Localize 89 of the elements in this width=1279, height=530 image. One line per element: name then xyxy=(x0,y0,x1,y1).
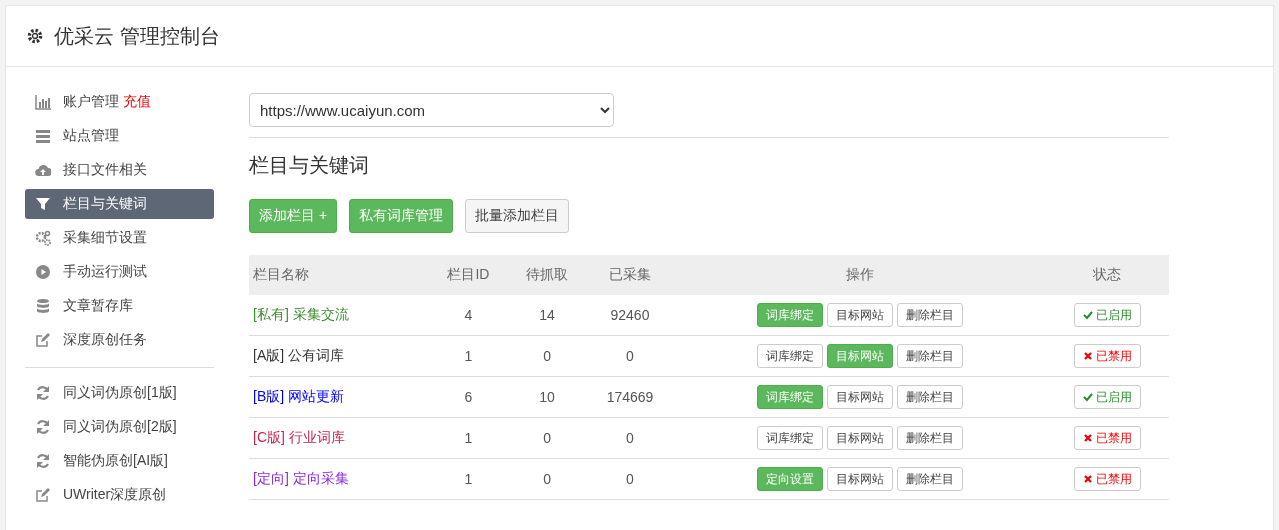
column-header: 操作 xyxy=(673,255,1046,295)
column-name: [私有] 采集交流 xyxy=(253,306,349,322)
sidebar-item[interactable]: 智能伪原创[AI版] xyxy=(25,446,214,476)
sidebar-item[interactable]: 同义词伪原创[1版] xyxy=(25,378,214,408)
action-button[interactable]: 目标网站 xyxy=(826,303,893,327)
bar-chart-icon xyxy=(35,94,51,110)
sidebar-item[interactable]: 站点管理 xyxy=(25,121,214,151)
gears-icon xyxy=(35,230,51,246)
cross-icon xyxy=(1082,474,1093,484)
table-cell: 4 xyxy=(464,307,473,323)
table-cell: 14 xyxy=(539,307,555,323)
site-select[interactable]: https://www.ucaiyun.com xyxy=(249,93,614,127)
sidebar-item[interactable]: 同义词伪原创[2版] xyxy=(25,412,214,442)
section-title: 栏目与关键词 xyxy=(249,153,370,178)
table-cell: 0 xyxy=(626,348,634,364)
table-cell: 92460 xyxy=(610,307,650,323)
sidebar-label: 文章暂存库 xyxy=(63,297,133,315)
sidebar-label: 站点管理 xyxy=(63,127,119,145)
column-header: 栏目ID xyxy=(429,255,508,295)
column-header: 状态 xyxy=(1045,255,1169,295)
table-cell: 6 xyxy=(464,389,473,405)
table-cell: 1 xyxy=(464,430,473,446)
table-cell: 0 xyxy=(543,471,551,487)
table-cell: 1 xyxy=(464,471,473,487)
sidebar-item[interactable]: 采集细节设置 xyxy=(25,223,214,253)
status-button[interactable]: 已禁用 xyxy=(1073,426,1141,450)
cloud-upload-icon xyxy=(35,162,51,178)
column-name: [A版] 公有词库 xyxy=(253,347,344,363)
filter-icon xyxy=(35,196,51,212)
sidebar-label: 账户管理 xyxy=(63,93,119,111)
sidebar-label: 深度原创任务 xyxy=(63,331,147,349)
sidebar-item[interactable]: 栏目与关键词 xyxy=(25,189,214,219)
table-cell: 0 xyxy=(543,348,551,364)
sidebar-label: 同义词伪原创[2版] xyxy=(63,418,177,436)
sidebar-label: 手动运行测试 xyxy=(63,263,147,281)
status-button[interactable]: 已启用 xyxy=(1073,385,1141,409)
table-cell: 0 xyxy=(626,471,634,487)
column-name: [定向] 定向采集 xyxy=(253,470,349,486)
status-button[interactable]: 已启用 xyxy=(1073,303,1141,327)
action-button[interactable]: 目标网站 xyxy=(826,426,893,450)
sidebar-label: 智能伪原创[AI版] xyxy=(63,452,168,470)
refresh-icon xyxy=(35,385,51,401)
recharge-link[interactable]: 充值 xyxy=(123,93,151,111)
sidebar-item[interactable]: 手动运行测试 xyxy=(25,257,214,287)
action-button[interactable]: 删除栏目 xyxy=(896,303,963,327)
table-cell: 10 xyxy=(539,389,555,405)
sidebar-label: UWriter深度原创 xyxy=(63,486,167,504)
action-button[interactable]: 删除栏目 xyxy=(896,344,963,368)
sidebar-item[interactable]: 文章暂存库 xyxy=(25,291,214,321)
table-cell: 0 xyxy=(543,430,551,446)
refresh-icon xyxy=(35,453,51,469)
action-button[interactable]: 目标网站 xyxy=(826,467,893,491)
check-icon xyxy=(1082,392,1093,402)
status-button[interactable]: 已禁用 xyxy=(1073,344,1141,368)
settings-icon xyxy=(26,27,44,45)
action-button[interactable]: 删除栏目 xyxy=(896,385,963,409)
sidebar-item[interactable]: 账户管理 充值 xyxy=(25,87,214,117)
action-button[interactable]: 词库绑定 xyxy=(756,344,823,368)
table-cell: 1 xyxy=(464,348,473,364)
sidebar-item[interactable]: UWriter深度原创 xyxy=(25,480,214,510)
table-cell: 174669 xyxy=(606,389,654,405)
action-button[interactable]: 词库绑定 xyxy=(756,426,823,450)
column-header: 栏目名称 xyxy=(249,255,430,295)
check-icon xyxy=(1082,310,1093,320)
refresh-icon xyxy=(35,419,51,435)
sidebar-label: 同义词伪原创[1版] xyxy=(63,384,177,402)
database-icon xyxy=(35,298,51,314)
toolbar-button[interactable]: 批量添加栏目 xyxy=(465,199,570,233)
play-icon xyxy=(35,264,51,280)
status-button[interactable]: 已禁用 xyxy=(1073,467,1141,491)
sidebar-item[interactable]: 深度原创任务 xyxy=(25,325,214,355)
page-title: 优采云 管理控制台 xyxy=(54,23,220,49)
column-header: 待抓取 xyxy=(507,255,587,295)
table-cell: 0 xyxy=(626,430,634,446)
action-button[interactable]: 删除栏目 xyxy=(896,467,963,491)
server-icon xyxy=(35,128,51,144)
sidebar-label: 栏目与关键词 xyxy=(63,195,147,213)
column-name: [C版] 行业词库 xyxy=(253,429,345,445)
edit-icon xyxy=(35,487,51,503)
column-name: [B版] 网站更新 xyxy=(253,388,344,404)
action-button[interactable]: 目标网站 xyxy=(826,385,893,409)
sidebar-label: 接口文件相关 xyxy=(63,161,147,179)
action-button[interactable]: 删除栏目 xyxy=(896,426,963,450)
cross-icon xyxy=(1082,351,1093,361)
cross-icon xyxy=(1082,433,1093,443)
sidebar-item[interactable]: 接口文件相关 xyxy=(25,155,214,185)
sidebar-label: 采集细节设置 xyxy=(63,229,147,247)
edit-icon xyxy=(35,332,51,348)
column-header: 已采集 xyxy=(586,255,674,295)
